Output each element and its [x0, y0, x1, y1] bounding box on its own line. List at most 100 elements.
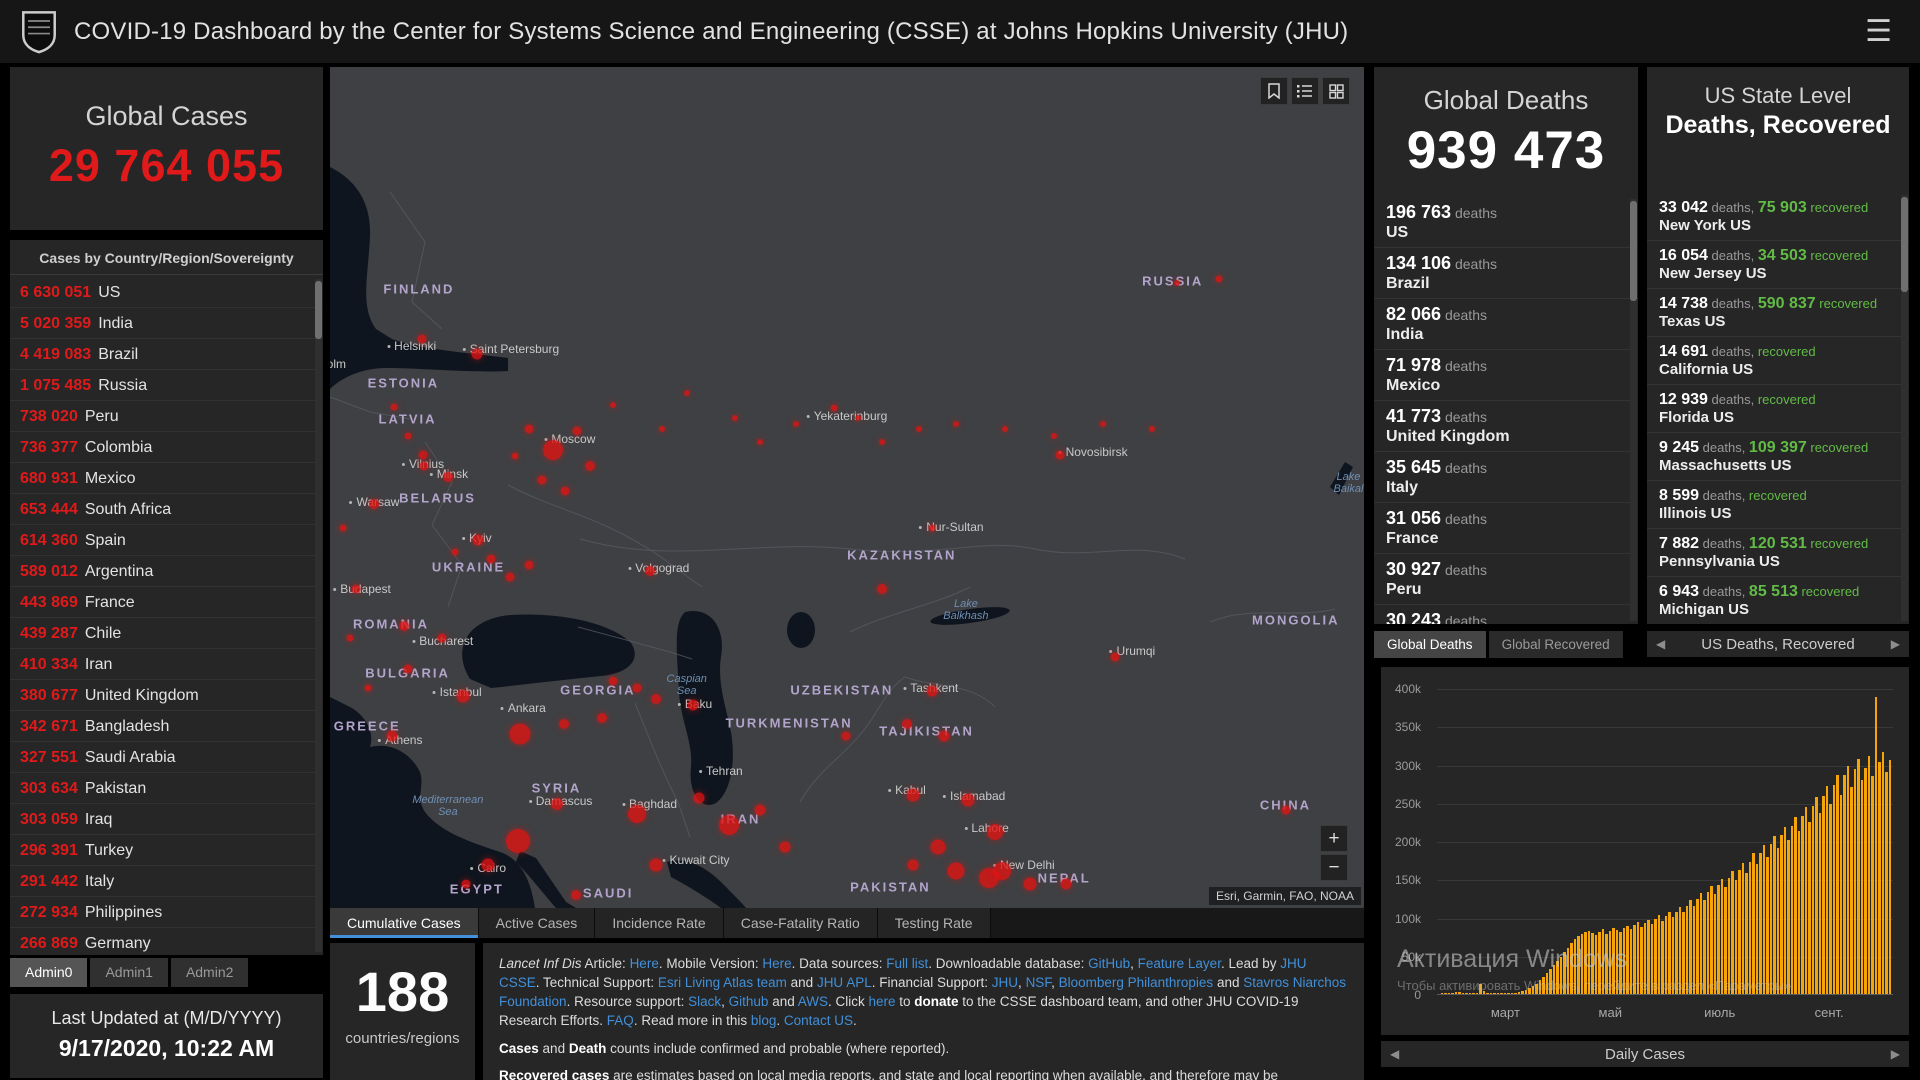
case-dot[interactable] [1149, 426, 1155, 432]
case-dot[interactable] [953, 421, 959, 427]
case-dot[interactable] [1056, 450, 1065, 459]
case-dot[interactable] [597, 713, 607, 723]
country-row[interactable]: 439 287Chile [10, 618, 323, 649]
state-row[interactable]: 14 691 deaths, recoveredCalifornia US [1647, 337, 1909, 385]
case-dot[interactable] [928, 524, 935, 531]
state-row[interactable]: 14 738 deaths, 590 837 recoveredTexas US [1647, 289, 1909, 337]
case-dot[interactable] [687, 700, 698, 711]
case-dot[interactable] [961, 794, 974, 807]
case-dot[interactable] [506, 829, 530, 853]
state-row[interactable]: 16 054 deaths, 34 503 recoveredNew Jerse… [1647, 241, 1909, 289]
case-dot[interactable] [551, 798, 563, 810]
case-dot[interactable] [877, 584, 887, 594]
info-link[interactable]: JHU APL [817, 975, 872, 990]
case-dot[interactable] [452, 549, 459, 556]
case-dot[interactable] [779, 841, 790, 852]
state-row[interactable]: 33 042 deaths, 75 903 recoveredNew York … [1647, 193, 1909, 241]
case-dot[interactable] [841, 732, 850, 741]
case-dot[interactable] [755, 804, 766, 815]
case-dot[interactable] [939, 731, 950, 742]
chart-footer-prev-icon[interactable]: ◀ [1381, 1041, 1408, 1067]
map-tab-case-fatality-ratio[interactable]: Case-Fatality Ratio [724, 908, 878, 938]
case-dot[interactable] [391, 403, 398, 410]
state-row[interactable]: 8 599 deaths, recoveredIllinois US [1647, 481, 1909, 529]
case-dot[interactable] [482, 859, 495, 872]
case-dot[interactable] [505, 572, 514, 581]
menu-icon[interactable]: ☰ [1857, 13, 1900, 51]
case-dot[interactable] [732, 415, 738, 421]
case-dot[interactable] [404, 433, 411, 440]
case-dot[interactable] [559, 719, 569, 729]
country-row[interactable]: 296 391Turkey [10, 835, 323, 866]
info-link[interactable]: blog [751, 1013, 777, 1028]
case-dot[interactable] [457, 690, 470, 703]
map-tab-active-cases[interactable]: Active Cases [479, 908, 596, 938]
map-tab-testing-rate[interactable]: Testing Rate [878, 908, 991, 938]
legend-icon[interactable] [1291, 77, 1319, 105]
deaths-scrollbar-thumb[interactable] [1630, 201, 1637, 301]
country-row[interactable]: 303 634Pakistan [10, 773, 323, 804]
case-dot[interactable] [524, 425, 533, 434]
case-dot[interactable] [987, 824, 1003, 840]
country-row[interactable]: 680 931Mexico [10, 463, 323, 494]
info-link[interactable]: Here [630, 956, 659, 971]
basemap-icon[interactable] [1322, 77, 1350, 105]
zoom-out-button[interactable]: − [1320, 854, 1348, 881]
admin-tab-admin0[interactable]: Admin0 [10, 958, 87, 987]
deaths-row[interactable]: 71 978 deathsMexico [1374, 350, 1638, 401]
country-row[interactable]: 614 360Spain [10, 525, 323, 556]
case-dot[interactable] [610, 402, 616, 408]
case-dot[interactable] [1051, 433, 1057, 439]
case-dot[interactable] [659, 426, 665, 432]
case-dot[interactable] [462, 879, 471, 888]
info-link[interactable]: Github [729, 994, 769, 1009]
us-footer-prev-icon[interactable]: ◀ [1647, 631, 1674, 657]
country-row[interactable]: 5 020 359India [10, 308, 323, 339]
case-dot[interactable] [947, 862, 964, 879]
case-dot[interactable] [537, 475, 546, 484]
case-dot[interactable] [365, 684, 372, 691]
info-link[interactable]: Contact US [784, 1013, 853, 1028]
info-link[interactable]: FAQ [607, 1013, 634, 1028]
country-row[interactable]: 6 630 051US [10, 277, 323, 308]
case-dot[interactable] [512, 452, 519, 459]
case-dot[interactable] [487, 554, 496, 563]
case-dot[interactable] [1174, 280, 1180, 286]
us-scrollbar-thumb[interactable] [1901, 197, 1908, 292]
case-dot[interactable] [369, 499, 379, 509]
case-dot[interactable] [418, 335, 427, 344]
info-link[interactable]: NSF [1026, 975, 1052, 990]
case-dot[interactable] [346, 635, 353, 642]
case-dot[interactable] [855, 415, 861, 421]
admin-tab-admin2[interactable]: Admin2 [171, 958, 248, 987]
info-link[interactable]: here [868, 994, 895, 1009]
case-dot[interactable] [443, 472, 453, 482]
zoom-in-button[interactable]: + [1320, 825, 1348, 852]
map-tab-cumulative-cases[interactable]: Cumulative Cases [330, 908, 479, 938]
case-dot[interactable] [628, 805, 646, 823]
case-dot[interactable] [879, 439, 885, 445]
state-row[interactable]: 12 939 deaths, recoveredFlorida US [1647, 385, 1909, 433]
country-row[interactable]: 266 869Germany [10, 928, 323, 955]
case-dot[interactable] [1061, 878, 1072, 889]
case-dot[interactable] [1024, 877, 1037, 890]
case-dot[interactable] [916, 426, 922, 432]
case-dot[interactable] [1100, 421, 1106, 427]
info-link[interactable]: Bloomberg Philanthropies [1059, 975, 1214, 990]
case-dot[interactable] [902, 719, 912, 729]
country-row[interactable]: 653 444South Africa [10, 494, 323, 525]
case-dot[interactable] [524, 560, 533, 569]
info-link[interactable]: Full list [886, 956, 928, 971]
us-footer-next-icon[interactable]: ▶ [1882, 631, 1909, 657]
country-row[interactable]: 410 334Iran [10, 649, 323, 680]
case-dot[interactable] [543, 440, 563, 460]
country-row[interactable]: 736 377Colombia [10, 432, 323, 463]
case-dot[interactable] [1216, 275, 1223, 282]
case-dot[interactable] [419, 450, 428, 459]
country-row[interactable]: 1 075 485Russia [10, 370, 323, 401]
country-row[interactable]: 4 419 083Brazil [10, 339, 323, 370]
deaths-row[interactable]: 30 243 deathsSpain [1374, 605, 1638, 624]
deaths-row[interactable]: 35 645 deathsItaly [1374, 452, 1638, 503]
state-row[interactable]: 9 245 deaths, 109 397 recoveredMassachus… [1647, 433, 1909, 481]
map-canvas[interactable]: FINLANDESTONIALATVIARUSSIABELARUSUKRAINE… [330, 67, 1364, 908]
